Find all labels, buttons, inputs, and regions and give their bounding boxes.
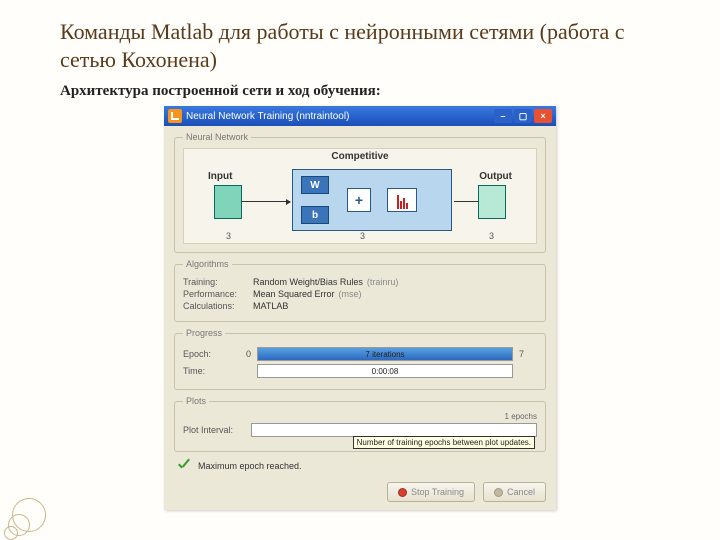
arrow-icon bbox=[242, 201, 290, 202]
matlab-icon bbox=[168, 109, 182, 123]
slide-subtitle: Архитектура построенной сети и ход обуче… bbox=[60, 83, 660, 100]
slide-decoration bbox=[0, 490, 60, 540]
minimize-button[interactable]: – bbox=[494, 109, 512, 123]
epoch-progress: 7 iterations bbox=[257, 347, 513, 361]
close-button[interactable]: × bbox=[534, 109, 552, 123]
epochs-label: 1 epochs bbox=[183, 412, 537, 421]
plot-interval-slider[interactable] bbox=[251, 423, 537, 437]
epoch-lo: 0 bbox=[237, 349, 251, 359]
output-label: Output bbox=[479, 171, 512, 182]
check-icon bbox=[176, 458, 192, 474]
transfer-fn-icon bbox=[387, 188, 417, 212]
input-label: Input bbox=[208, 171, 232, 182]
epoch-text: 7 iterations bbox=[258, 348, 512, 362]
input-box bbox=[214, 185, 242, 219]
maximize-button[interactable]: ▢ bbox=[514, 109, 532, 123]
perf-fn: (mse) bbox=[339, 289, 362, 299]
titlebar[interactable]: Neural Network Training (nntraintool) – … bbox=[164, 106, 556, 126]
training-key: Training: bbox=[183, 277, 253, 287]
nntraintool-window: Neural Network Training (nntraintool) – … bbox=[164, 106, 556, 510]
size-out: 3 bbox=[489, 231, 494, 241]
sum-box: + bbox=[347, 188, 371, 212]
training-val: Random Weight/Bias Rules bbox=[253, 277, 363, 287]
stop-icon bbox=[398, 488, 407, 497]
cancel-button[interactable]: Cancel bbox=[483, 482, 546, 502]
prog-legend: Progress bbox=[183, 328, 225, 338]
interval-key: Plot Interval: bbox=[183, 425, 243, 435]
cancel-icon bbox=[494, 488, 503, 497]
status-row: Maximum epoch reached. bbox=[176, 458, 546, 474]
time-text: 0:00:08 bbox=[258, 365, 512, 379]
calc-key: Calculations: bbox=[183, 301, 253, 311]
output-box bbox=[478, 185, 506, 219]
weight-box: W bbox=[301, 176, 329, 194]
plots-group: Plots 1 epochs Plot Interval: Number of … bbox=[174, 396, 546, 452]
stop-training-button[interactable]: Stop Training bbox=[387, 482, 475, 502]
slide-title: Команды Matlab для работы с нейронными с… bbox=[60, 18, 660, 73]
time-key: Time: bbox=[183, 366, 231, 376]
neural-network-group: Neural Network Competitive Input Output … bbox=[174, 132, 546, 253]
algorithms-group: Algorithms Training:Random Weight/Bias R… bbox=[174, 259, 546, 322]
epoch-hi: 7 bbox=[519, 349, 537, 359]
network-diagram: Competitive Input Output W b + bbox=[183, 148, 537, 244]
calc-val: MATLAB bbox=[253, 301, 288, 311]
size-in: 3 bbox=[226, 231, 231, 241]
perf-val: Mean Squared Error bbox=[253, 289, 335, 299]
perf-key: Performance: bbox=[183, 289, 253, 299]
time-progress: 0:00:08 bbox=[257, 364, 513, 378]
competitive-label: Competitive bbox=[331, 151, 388, 162]
epoch-key: Epoch: bbox=[183, 349, 231, 359]
tooltip: Number of training epochs between plot u… bbox=[353, 436, 535, 449]
size-layer: 3 bbox=[360, 231, 365, 241]
window-title: Neural Network Training (nntraintool) bbox=[186, 111, 492, 122]
plots-legend: Plots bbox=[183, 396, 209, 406]
alg-legend: Algorithms bbox=[183, 259, 232, 269]
progress-group: Progress Epoch: 0 7 iterations 7 Time: 0… bbox=[174, 328, 546, 390]
nn-legend: Neural Network bbox=[183, 132, 251, 142]
status-text: Maximum epoch reached. bbox=[198, 461, 302, 471]
training-fn: (trainru) bbox=[367, 277, 399, 287]
bias-box: b bbox=[301, 206, 329, 224]
layer-box: W b + bbox=[292, 169, 452, 231]
